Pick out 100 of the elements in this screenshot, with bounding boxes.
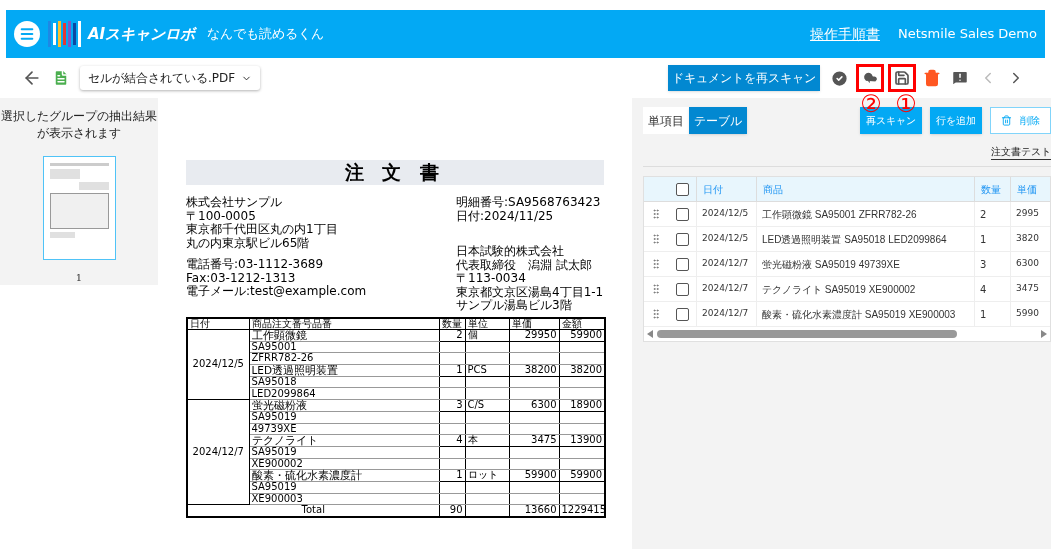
check-circle-icon[interactable] (830, 68, 849, 88)
table-cell: 2024/12/5 (696, 227, 756, 251)
table-name-link[interactable]: 注文書テスト (991, 144, 1051, 160)
checkbox[interactable] (675, 282, 689, 296)
recipient-address-line: 〒113-0034 (456, 272, 527, 286)
table-cell: 49739XE (249, 423, 439, 435)
table-cell: 本 (465, 434, 509, 447)
table-cell: SA95019 (249, 481, 439, 494)
save-button[interactable] (891, 67, 913, 89)
table-cell: 6300 (509, 399, 559, 412)
table-cell: 3475 (509, 434, 559, 447)
checkbox[interactable] (675, 257, 689, 271)
sender-contact-line: 電話番号:03-1112-3689 (186, 258, 325, 272)
table-cell: 13900 (559, 434, 605, 447)
table-cell: 2 (974, 202, 1010, 226)
feedback-icon[interactable] (951, 69, 969, 87)
sender-contact-line: Fax:03-1212-1313 (186, 271, 297, 285)
checkbox[interactable] (675, 207, 689, 221)
sender-contact-line: 電子メール:test@example.com (186, 285, 368, 299)
column-header: 単価 (1010, 177, 1050, 201)
table-cell: ZFRR782-26 (249, 352, 439, 365)
table-cell: 2024/12/7 (696, 302, 756, 326)
table-cell: 3475 (1010, 277, 1050, 301)
table-cell: XE900003 (249, 493, 439, 505)
table-cell: C/S (465, 399, 509, 412)
delete-button[interactable]: 削除 (990, 107, 1051, 134)
action-button[interactable]: 行を追加 (930, 107, 982, 134)
table-cell: 59900 (509, 469, 559, 482)
file-dropdown[interactable]: セルが結合されている.PDF (80, 66, 261, 90)
table-cell: 酸素・硫化水素濃度計 SA95019 XE900003 (756, 302, 974, 326)
menu-icon (19, 26, 35, 42)
table-cell: 59900 (559, 329, 605, 342)
table-cell: 29950 (509, 329, 559, 342)
document-title: 注 文 書 (186, 160, 604, 185)
column-header: 日付 (187, 317, 249, 330)
table-cell: ロット (465, 469, 509, 482)
table-cell: 2024/12/5 (187, 329, 249, 400)
download-button[interactable] (859, 67, 881, 89)
table-cell: SA95019 (249, 446, 439, 459)
table-cell: 1 (974, 227, 1010, 251)
logo-icon (48, 21, 84, 47)
sender-address-line: 丸の内東京駅ビル65階 (186, 236, 311, 250)
sender-address-line: 〒100-0005 (186, 209, 257, 223)
column-header: 日付 (696, 177, 756, 201)
column-header: 数量 (439, 317, 465, 330)
table-cell: 1 (439, 469, 465, 482)
table-cell: 1 (439, 364, 465, 377)
table-cell: テクノライト (249, 434, 439, 447)
table-cell: 6300 (1010, 252, 1050, 276)
trash-icon (1001, 115, 1012, 126)
column-header: 商品 (756, 177, 974, 201)
account-name: Netsmile Sales Demo (898, 25, 1037, 44)
table-cell: 18900 (559, 399, 605, 412)
page-thumbnail[interactable] (42, 156, 116, 260)
delete-icon[interactable] (923, 69, 941, 87)
table-cell: 工作顕微鏡 SA95001 ZFRR782-26 (756, 202, 974, 226)
document-info-line: 明細番号:SA9568763423 (456, 196, 602, 210)
sender-address-line: 東京都千代田区丸の内1丁目 (186, 223, 339, 237)
table-cell: SA95018 (249, 376, 439, 388)
table-cell: 2024/12/7 (696, 277, 756, 301)
column-header: 数量 (974, 177, 1010, 201)
manual-link[interactable]: 操作手順書 (810, 23, 880, 45)
rescan-document-button[interactable]: ドキュメントを再スキャン (668, 65, 820, 91)
table-cell: SA95001 (249, 341, 439, 353)
tab[interactable]: テーブル (689, 107, 747, 134)
scroll-left-icon[interactable] (647, 330, 653, 338)
table-cell: 2024/12/5 (696, 202, 756, 226)
checkbox[interactable] (675, 307, 689, 321)
document-icon (52, 69, 70, 87)
table-cell: SA95019 (249, 411, 439, 423)
scroll-right-icon[interactable] (1041, 330, 1047, 338)
table-cell: 2 (439, 329, 465, 342)
checkbox[interactable] (675, 182, 689, 196)
table-cell: 3 (974, 252, 1010, 276)
table-cell: 4 (439, 434, 465, 447)
sender-address-line: 株式会社サンプル (186, 196, 283, 210)
table-cell: 38200 (559, 364, 605, 377)
save-icon (894, 70, 910, 86)
table-cell: 2024/12/7 (696, 252, 756, 276)
menu-button[interactable] (14, 21, 40, 47)
table-cell: XE900002 (249, 458, 439, 470)
app-tagline: なんでも読めるくん (207, 25, 325, 44)
checkbox[interactable] (675, 232, 689, 246)
table-cell: LED透過照明装置 (249, 364, 439, 377)
recipient-address-line: 日本試験的株式会社 (456, 245, 565, 259)
document-info-line: 日付:2024/11/25 (456, 209, 555, 223)
recipient-address-line: サンプル湯島ビル3階 (456, 299, 572, 313)
table-cell: 蛍光磁粉液 SA95019 49739XE (756, 252, 974, 276)
column-header: 金額 (559, 317, 605, 330)
table-cell: 1 (974, 302, 1010, 326)
page-number: 1 (75, 271, 83, 285)
column-header: 単価 (509, 317, 559, 330)
app-name: AIスキャンロボ (88, 23, 196, 45)
table-cell: PCS (465, 364, 509, 377)
table-cell: 2024/12/7 (187, 399, 249, 505)
table-cell: LED透過照明装置 SA95018 LED2099864 (756, 227, 974, 251)
table-cell: 4 (974, 277, 1010, 301)
thumbnail-message: 選択したグループの抽出結果が表示されます (0, 108, 158, 142)
table-cell: 38200 (509, 364, 559, 377)
table-cell: 59900 (559, 469, 605, 482)
